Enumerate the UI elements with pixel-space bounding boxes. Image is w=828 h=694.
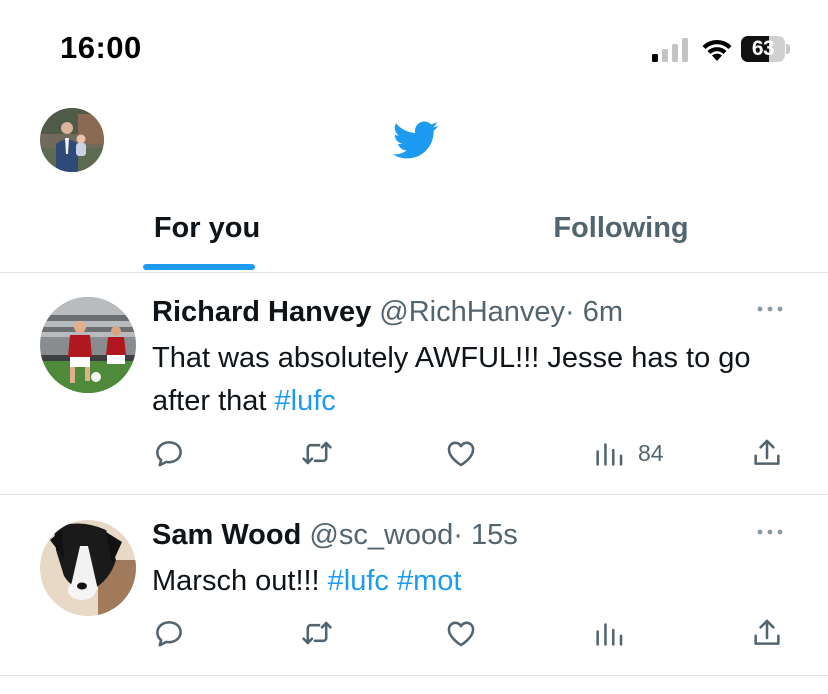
like-icon — [447, 621, 475, 647]
hashtag-link[interactable]: #lufc — [275, 385, 336, 417]
tab-for-you[interactable]: For you — [0, 190, 414, 272]
share-button[interactable] — [750, 433, 784, 473]
reply-button[interactable] — [152, 433, 186, 473]
retweet-button[interactable] — [300, 613, 334, 653]
wifi-icon — [702, 39, 732, 61]
share-icon — [754, 439, 780, 465]
tweet-timestamp[interactable]: 15s — [471, 519, 518, 551]
tweet-text-content: That was absolutely AWFUL!!! Jesse has t… — [152, 342, 751, 417]
tweet-text: That was absolutely AWFUL!!! Jesse has t… — [152, 337, 792, 423]
like-button[interactable] — [444, 613, 478, 653]
separator-dot: · — [453, 519, 463, 551]
views-icon — [596, 443, 623, 466]
cellular-signal-icon — [652, 38, 688, 62]
status-bar: 16:00 63 — [0, 0, 828, 96]
hashtag-link[interactable]: #lufc — [328, 565, 389, 597]
tweet-text: Marsch out!!! #lufc #mot — [152, 560, 792, 603]
tweet-author-handle[interactable]: @sc_wood — [309, 519, 453, 551]
tweet-avatar[interactable] — [40, 297, 136, 393]
tweet-author-handle[interactable]: @RichHanvey — [379, 296, 565, 328]
status-time: 16:00 — [60, 30, 142, 65]
timeline-tabs: For you Following — [0, 190, 828, 273]
more-icon[interactable] — [754, 522, 786, 542]
views-button[interactable] — [592, 613, 638, 653]
share-icon — [754, 619, 780, 645]
views-icon — [596, 623, 623, 646]
tweet-actions: 84 — [152, 433, 792, 473]
tweet-header: Sam Wood @sc_wood· 15s — [152, 518, 518, 552]
views-button[interactable]: 84 — [592, 433, 664, 473]
tweet-avatar[interactable] — [40, 520, 136, 616]
retweet-icon — [302, 621, 332, 645]
tab-following[interactable]: Following — [414, 190, 828, 272]
active-tab-indicator — [143, 264, 255, 270]
tweet[interactable]: Sam Wood @sc_wood· 15s Marsch out!!! #lu… — [0, 496, 828, 676]
like-icon — [447, 441, 475, 467]
more-icon[interactable] — [754, 299, 786, 319]
tweet-author-name[interactable]: Sam Wood — [152, 519, 301, 551]
share-button[interactable] — [750, 613, 784, 653]
tweet-timestamp[interactable]: 6m — [583, 296, 623, 328]
tweet-author-name[interactable]: Richard Hanvey — [152, 296, 371, 328]
tweet-actions — [152, 613, 792, 653]
retweet-icon — [302, 441, 332, 465]
retweet-button[interactable] — [300, 433, 334, 473]
twitter-bird-icon[interactable] — [387, 116, 443, 164]
battery-level: 63 — [751, 37, 775, 60]
like-button[interactable] — [444, 433, 478, 473]
hashtag-link[interactable]: #mot — [397, 565, 461, 597]
separator-dot: · — [565, 296, 575, 328]
tweet[interactable]: Richard Hanvey @RichHanvey· 6m That was … — [0, 273, 828, 495]
profile-avatar[interactable] — [40, 108, 104, 172]
reply-icon — [156, 441, 182, 467]
tweet-text-content: Marsch out!!! — [152, 565, 328, 597]
tweet-header: Richard Hanvey @RichHanvey· 6m — [152, 295, 623, 329]
views-count: 84 — [638, 439, 664, 466]
reply-button[interactable] — [152, 613, 186, 653]
battery-indicator: 63 — [741, 36, 791, 62]
reply-icon — [156, 621, 182, 647]
